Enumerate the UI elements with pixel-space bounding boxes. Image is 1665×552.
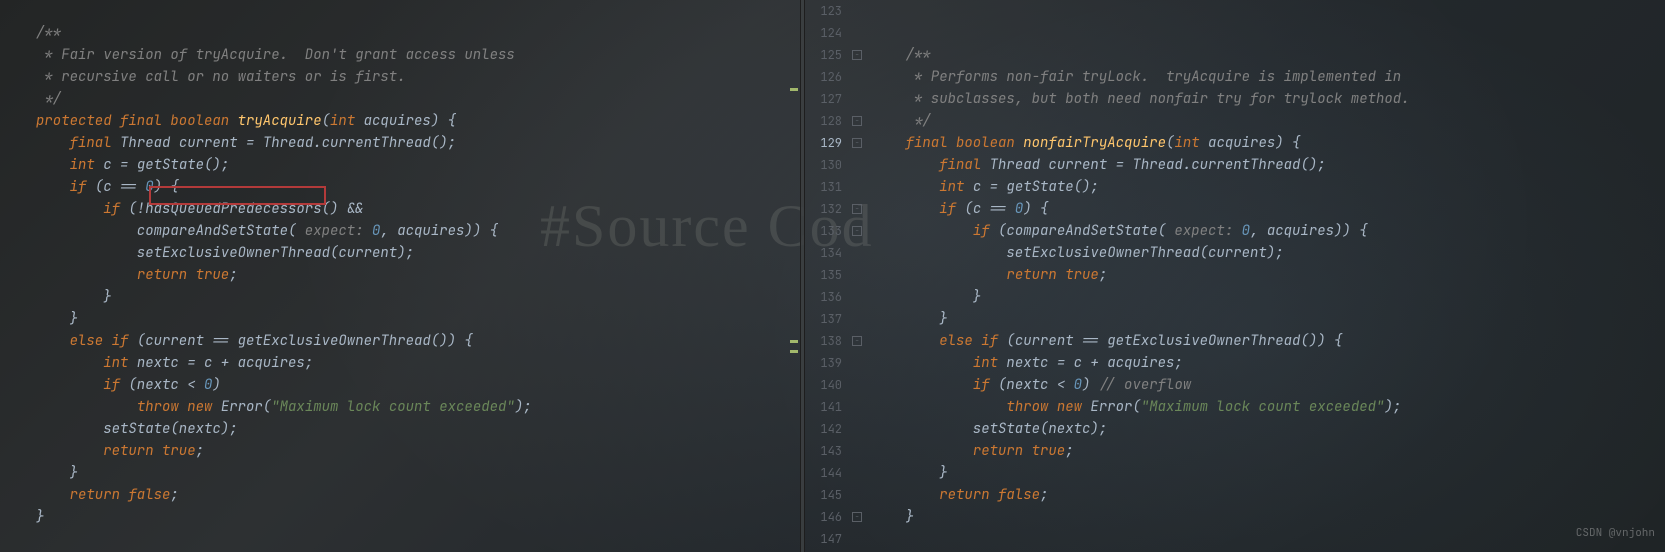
line-number[interactable]: 129 [805,132,842,154]
line-number[interactable]: 139 [805,352,842,374]
code-line[interactable] [36,528,800,550]
line-number[interactable]: 136 [805,286,842,308]
code-line[interactable]: /** [872,44,1665,66]
line-number[interactable]: 145 [805,484,842,506]
code-line[interactable]: setExclusiveOwnerThread(current); [872,242,1665,264]
line-number[interactable]: 123 [805,0,842,22]
code-line[interactable]: final Thread current = Thread.currentThr… [872,154,1665,176]
fold-marker-icon[interactable]: - [852,336,862,346]
split-view: /** * Fair version of tryAcquire. Don't … [0,0,1665,552]
code-line[interactable]: return true; [36,264,800,286]
code-line[interactable]: if (c == 0) { [36,176,800,198]
line-number[interactable]: 135 [805,264,842,286]
code-line[interactable]: return false; [872,484,1665,506]
code-line[interactable]: */ [872,110,1665,132]
line-number[interactable]: 131 [805,176,842,198]
editor-pane-left[interactable]: /** * Fair version of tryAcquire. Don't … [0,0,800,552]
code-line[interactable]: */ [36,88,800,110]
code-line[interactable] [872,0,1665,22]
code-line[interactable]: throw new Error("Maximum lock count exce… [872,396,1665,418]
fold-marker-icon[interactable]: - [852,226,862,236]
code-line[interactable]: * Fair version of tryAcquire. Don't gran… [36,44,800,66]
csdn-watermark: CSDN @vnjohn [1576,522,1655,544]
editor-pane-right[interactable]: 1231241251261271281291301311321331341351… [805,0,1665,552]
line-number[interactable]: 128 [805,110,842,132]
line-number[interactable]: 127 [805,88,842,110]
fold-gutter-right[interactable]: -------- [850,0,868,552]
code-line[interactable]: int nextc = c + acquires; [36,352,800,374]
code-line[interactable]: setState(nextc); [36,418,800,440]
line-number[interactable]: 137 [805,308,842,330]
code-line[interactable]: } [36,286,800,308]
fold-marker-icon[interactable]: - [852,138,862,148]
code-line[interactable]: else if (current == getExclusiveOwnerThr… [872,330,1665,352]
line-number[interactable]: 132 [805,198,842,220]
code-line[interactable]: if (compareAndSetState( expect: 0, acqui… [872,220,1665,242]
line-number[interactable]: 143 [805,440,842,462]
code-line[interactable]: int c = getState(); [36,154,800,176]
code-line[interactable]: } [872,506,1665,528]
minimap-left[interactable] [788,0,800,552]
line-number[interactable]: 125 [805,44,842,66]
line-number[interactable]: 133 [805,220,842,242]
code-line[interactable] [872,528,1665,550]
fold-marker-icon[interactable]: - [852,204,862,214]
code-line[interactable]: if (!hasQueuedPredecessors() && [36,198,800,220]
code-line[interactable]: * subclasses, but both need nonfair try … [872,88,1665,110]
code-line[interactable] [36,0,800,22]
code-line[interactable]: } [872,286,1665,308]
code-line[interactable]: throw new Error("Maximum lock count exce… [36,396,800,418]
line-number[interactable]: 144 [805,462,842,484]
code-area-left[interactable]: /** * Fair version of tryAcquire. Don't … [0,0,800,550]
line-number[interactable]: 138 [805,330,842,352]
code-line[interactable]: if (nextc < 0) [36,374,800,396]
code-line[interactable]: setExclusiveOwnerThread(current); [36,242,800,264]
line-number[interactable]: 140 [805,374,842,396]
code-line[interactable]: } [872,462,1665,484]
code-line[interactable]: final boolean nonfairTryAcquire(int acqu… [872,132,1665,154]
code-line[interactable] [872,22,1665,44]
code-line[interactable]: * recursive call or no waiters or is fir… [36,66,800,88]
code-area-right[interactable]: /** * Performs non-fair tryLock. tryAcqu… [868,0,1665,552]
line-number[interactable]: 130 [805,154,842,176]
fold-marker-icon[interactable]: - [852,512,862,522]
line-gutter-right[interactable]: 1231241251261271281291301311321331341351… [805,0,850,552]
fold-marker-icon[interactable]: - [852,116,862,126]
code-line[interactable]: if (c == 0) { [872,198,1665,220]
code-line[interactable]: setState(nextc); [872,418,1665,440]
fold-marker-icon[interactable]: - [852,50,862,60]
code-line[interactable]: /** [36,22,800,44]
code-line[interactable]: protected final boolean tryAcquire(int a… [36,110,800,132]
line-number[interactable]: 134 [805,242,842,264]
code-line[interactable]: final Thread current = Thread.currentThr… [36,132,800,154]
code-line[interactable]: } [36,462,800,484]
code-line[interactable]: return true; [872,264,1665,286]
code-line[interactable]: int c = getState(); [872,176,1665,198]
line-number[interactable]: 146 [805,506,842,528]
code-line[interactable]: return false; [36,484,800,506]
code-line[interactable]: return true; [36,440,800,462]
line-number[interactable]: 126 [805,66,842,88]
code-line[interactable]: * Performs non-fair tryLock. tryAcquire … [872,66,1665,88]
code-line[interactable]: } [872,308,1665,330]
code-line[interactable]: if (nextc < 0) // overflow [872,374,1665,396]
code-line[interactable]: } [36,506,800,528]
line-number[interactable]: 141 [805,396,842,418]
line-number[interactable]: 147 [805,528,842,550]
code-line[interactable]: else if (current == getExclusiveOwnerThr… [36,330,800,352]
code-line[interactable]: int nextc = c + acquires; [872,352,1665,374]
code-line[interactable]: compareAndSetState( expect: 0, acquires)… [36,220,800,242]
code-line[interactable]: return true; [872,440,1665,462]
code-line[interactable]: } [36,308,800,330]
line-number[interactable]: 124 [805,22,842,44]
line-number[interactable]: 142 [805,418,842,440]
